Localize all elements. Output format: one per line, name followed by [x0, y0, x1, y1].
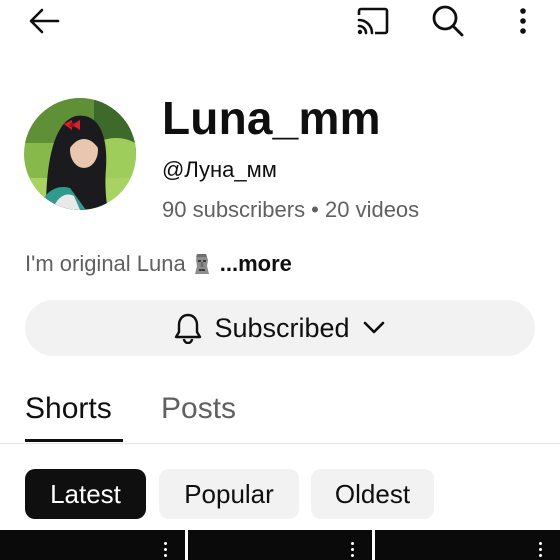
chip-popular[interactable]: Popular [159, 469, 299, 519]
short-thumbnail[interactable] [375, 530, 560, 560]
cast-button[interactable] [352, 2, 394, 40]
moai-emoji-icon [194, 254, 209, 274]
tab-shorts[interactable]: Shorts [25, 390, 112, 428]
short-thumbnail[interactable] [188, 530, 372, 560]
channel-name: Luna_mm [162, 92, 381, 144]
channel-stats: 90 subscribers • 20 videos [162, 197, 420, 222]
description-text: I'm original Luna [25, 251, 186, 276]
more-vertical-icon [520, 8, 526, 34]
subscribed-label: Subscribed [214, 313, 350, 343]
channel-handle: @Луна_мм [162, 157, 277, 182]
short-more-icon[interactable] [164, 542, 167, 557]
subscribed-button[interactable]: Subscribed [25, 300, 535, 356]
chip-latest[interactable]: Latest [25, 469, 146, 519]
short-thumbnail[interactable] [0, 530, 185, 560]
tabs-divider [0, 443, 560, 444]
more-options-button[interactable] [510, 4, 536, 38]
short-more-icon[interactable] [351, 542, 354, 557]
tab-selected-indicator [25, 439, 123, 442]
tab-posts[interactable]: Posts [161, 390, 236, 428]
search-icon [432, 5, 464, 37]
avatar-image [24, 98, 136, 210]
chip-oldest[interactable]: Oldest [311, 469, 434, 519]
short-more-icon[interactable] [539, 542, 542, 557]
cast-icon [357, 7, 389, 35]
chevron-down-icon [363, 321, 384, 334]
description-more-link[interactable]: ...more [220, 250, 292, 278]
channel-avatar[interactable] [24, 98, 136, 210]
search-button[interactable] [428, 2, 468, 40]
channel-description[interactable]: I'm original Luna ...more [25, 250, 292, 278]
back-button[interactable] [22, 4, 66, 38]
arrow-left-icon [29, 8, 60, 34]
bell-icon [175, 313, 202, 344]
